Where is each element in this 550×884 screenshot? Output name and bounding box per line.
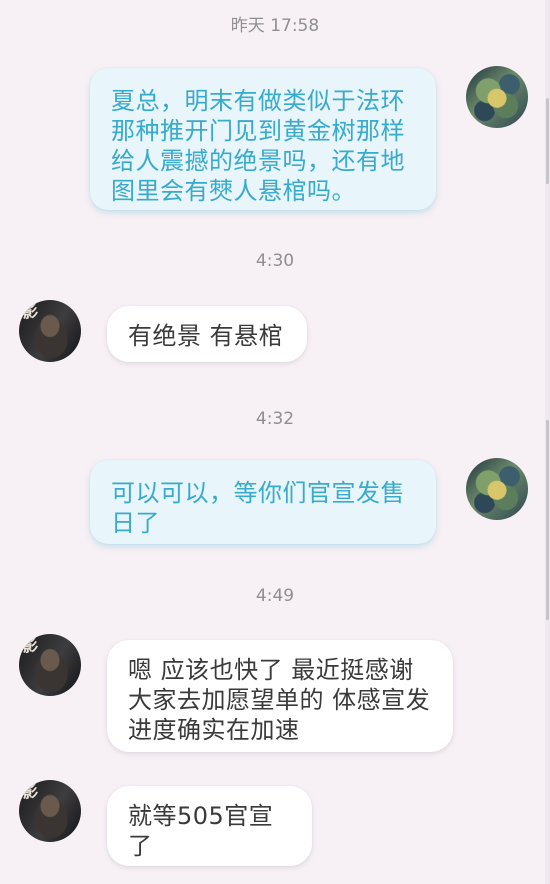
blurred-avatar-icon[interactable]: [466, 66, 528, 128]
incoming-message-bubble[interactable]: 有绝景 有悬棺: [107, 306, 307, 362]
warrior-avatar-icon[interactable]: 影: [19, 300, 81, 362]
warrior-avatar-icon[interactable]: 影: [19, 780, 81, 842]
outgoing-message-bubble[interactable]: 可以可以，等你们官宣发售日了: [90, 460, 436, 544]
scrollbar-thumb[interactable]: [546, 98, 549, 184]
incoming-message-bubble[interactable]: 就等505官宣了: [107, 786, 312, 866]
avatar-glyph: 影: [20, 780, 40, 803]
warrior-avatar-icon[interactable]: 影: [19, 634, 81, 696]
chat-message-list[interactable]: 昨天 17:58 夏总，明末有做类似于法环那种推开门见到黄金树那样给人震撼的绝景…: [0, 0, 550, 884]
blurred-avatar-icon[interactable]: [466, 458, 528, 520]
message-timestamp: 4:32: [255, 409, 295, 429]
scrollbar-thumb[interactable]: [546, 420, 549, 620]
incoming-message-bubble[interactable]: 嗯 应该也快了 最近挺感谢大家去加愿望单的 体感宣发进度确实在加速: [107, 640, 453, 752]
avatar-glyph: 影: [20, 634, 40, 657]
avatar-glyph: 影: [20, 300, 40, 323]
message-timestamp: 4:49: [255, 586, 295, 606]
message-timestamp: 4:30: [255, 251, 295, 271]
outgoing-message-bubble[interactable]: 夏总，明末有做类似于法环那种推开门见到黄金树那样给人震撼的绝景吗，还有地图里会有…: [90, 68, 436, 210]
message-timestamp: 昨天 17:58: [230, 16, 320, 36]
